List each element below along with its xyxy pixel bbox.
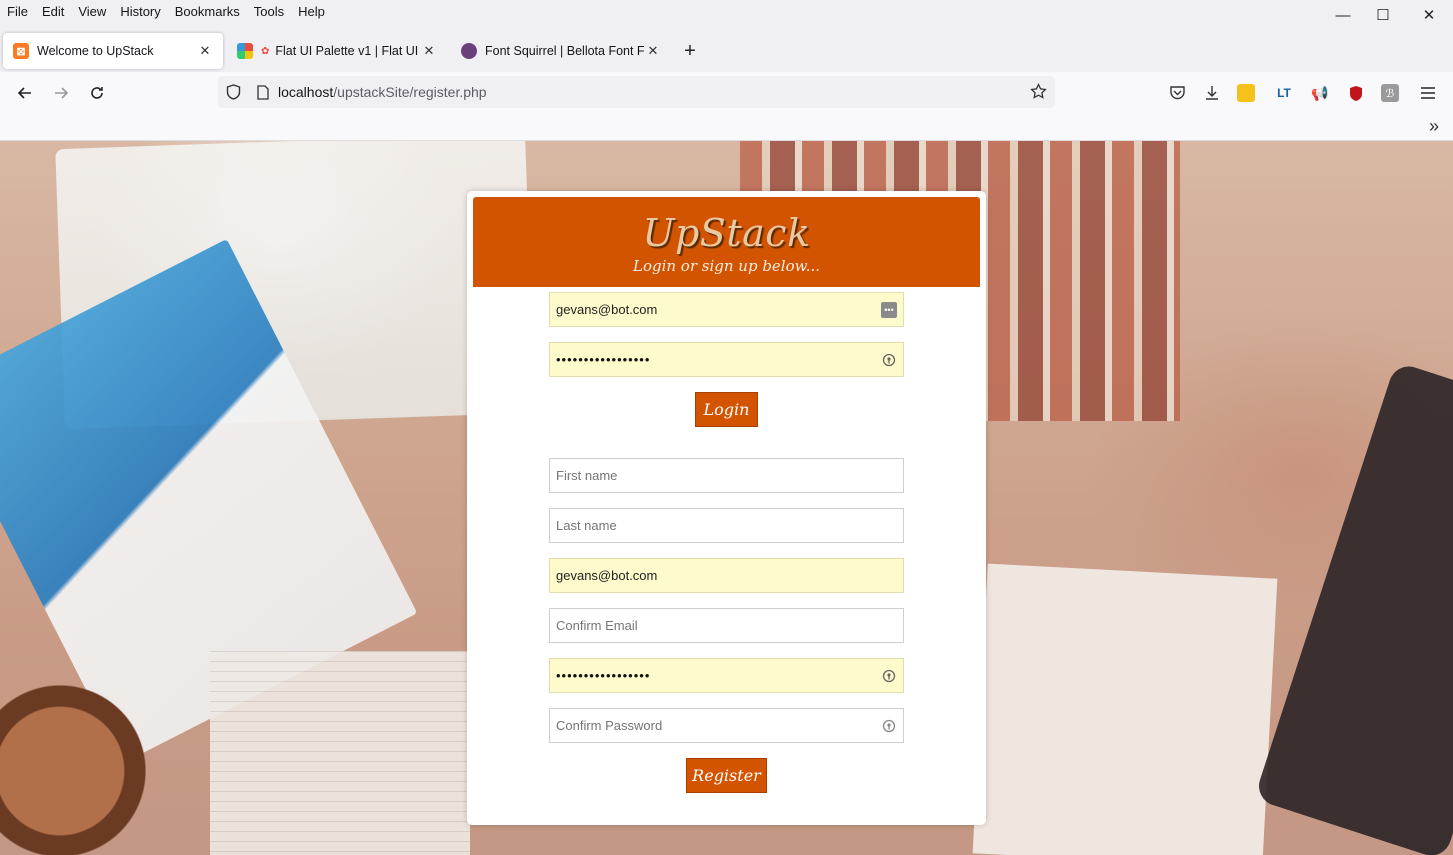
menu-edit[interactable]: Edit: [35, 4, 71, 19]
overflow-chevron-icon[interactable]: »: [1429, 116, 1439, 137]
tab-strip: ⊠ Welcome to UpStack ✕ ✿ Flat UI Palette…: [0, 30, 1453, 72]
confirm-password-input[interactable]: [556, 718, 881, 733]
close-tab-icon[interactable]: ✕: [645, 43, 661, 59]
register-password-dots[interactable]: •••••••••••••••••: [556, 668, 881, 683]
hamburger-menu-icon[interactable]: [1417, 82, 1439, 104]
password-key-icon[interactable]: [881, 352, 897, 368]
tab-flat-ui-palette[interactable]: ✿ Flat UI Palette v1 | Flat UI Co ✕: [227, 33, 447, 69]
bookmark-star-icon[interactable]: [1030, 82, 1047, 103]
extension-gray-icon[interactable]: ℬ: [1381, 84, 1399, 102]
login-password-field[interactable]: •••••••••••••••••: [549, 342, 904, 377]
forward-button[interactable]: [45, 78, 77, 108]
tab-title: Flat UI Palette v1 | Flat UI Co: [275, 44, 421, 58]
menu-view[interactable]: View: [71, 4, 113, 19]
confirm-email-input[interactable]: [556, 618, 897, 633]
tablet-background-image: [1253, 361, 1453, 855]
tagline: Login or sign up below...: [632, 257, 821, 275]
url-host: localhost: [278, 84, 334, 100]
auth-panel: UpStack Login or sign up below... ••• ••…: [467, 191, 986, 825]
menu-file[interactable]: File: [0, 4, 35, 19]
xampp-favicon-icon: ⊠: [13, 43, 29, 59]
login-password-dots[interactable]: •••••••••••••••••: [556, 352, 881, 367]
close-window-button[interactable]: ✕: [1406, 0, 1452, 30]
toolbar-overflow-row: »: [0, 114, 1453, 141]
first-name-input[interactable]: [556, 468, 897, 483]
menu-bookmarks[interactable]: Bookmarks: [168, 4, 247, 19]
bowl-background-image: [0, 671, 160, 855]
close-tab-icon[interactable]: ✕: [421, 43, 437, 59]
squirrel-favicon-icon: [461, 43, 477, 59]
extension-yellow-icon[interactable]: [1237, 84, 1255, 102]
back-arrow-icon: [17, 87, 31, 99]
muted-indicator-icon: ✿: [261, 45, 270, 57]
address-bar[interactable]: localhost/upstackSite/register.php: [218, 76, 1055, 108]
page-icon: [248, 84, 278, 100]
forward-arrow-icon: [55, 87, 69, 99]
register-email-field[interactable]: [549, 558, 904, 593]
confirm-email-field[interactable]: [549, 608, 904, 643]
url-text[interactable]: localhost/upstackSite/register.php: [278, 84, 487, 100]
first-name-field[interactable]: [549, 458, 904, 493]
register-button[interactable]: Register: [686, 758, 767, 793]
tab-title: Font Squirrel | Bellota Font Free: [485, 44, 645, 58]
login-email-input[interactable]: [556, 302, 881, 317]
shield-icon[interactable]: [218, 84, 248, 100]
back-button[interactable]: [9, 78, 41, 108]
reload-button[interactable]: [81, 78, 113, 108]
tab-welcome-upstack[interactable]: ⊠ Welcome to UpStack ✕: [3, 33, 223, 69]
panel-header: UpStack Login or sign up below...: [473, 197, 980, 287]
menu-history[interactable]: History: [113, 4, 167, 19]
flat-ui-favicon-icon: [237, 43, 253, 59]
new-tab-button[interactable]: +: [675, 36, 705, 66]
password-key-icon[interactable]: [881, 718, 897, 734]
autofill-dots-icon[interactable]: •••: [881, 301, 897, 318]
menu-tools[interactable]: Tools: [247, 4, 291, 19]
ublock-shield-icon[interactable]: [1345, 82, 1367, 104]
register-password-field[interactable]: •••••••••••••••••: [549, 658, 904, 693]
page-viewport: UpStack Login or sign up below... ••• ••…: [0, 141, 1453, 855]
pocket-icon[interactable]: [1166, 82, 1188, 104]
tab-font-squirrel[interactable]: Font Squirrel | Bellota Font Free ✕: [451, 33, 671, 69]
reload-icon: [91, 87, 103, 99]
url-path: /upstackSite/register.php: [333, 84, 487, 100]
login-button[interactable]: Login: [695, 392, 758, 427]
downloads-icon[interactable]: [1201, 82, 1223, 104]
site-logo: UpStack: [642, 211, 811, 255]
navigation-bar: localhost/upstackSite/register.php LT 📢 …: [0, 72, 1453, 114]
confirm-password-field[interactable]: [549, 708, 904, 743]
menu-help[interactable]: Help: [291, 4, 332, 19]
megaphone-extension-icon[interactable]: 📢: [1309, 82, 1331, 104]
notebook-background-image: [972, 563, 1278, 855]
graph-paper-background-image: [210, 651, 470, 855]
menu-bar: File Edit View History Bookmarks Tools H…: [0, 0, 1453, 22]
last-name-field[interactable]: [549, 508, 904, 543]
languagetool-extension-icon[interactable]: LT: [1273, 82, 1295, 104]
close-tab-icon[interactable]: ✕: [197, 43, 213, 59]
login-email-field[interactable]: •••: [549, 292, 904, 327]
maximize-button[interactable]: ☐: [1360, 0, 1406, 30]
register-email-input[interactable]: [556, 568, 897, 583]
password-key-icon[interactable]: [881, 668, 897, 684]
tab-title: Welcome to UpStack: [37, 44, 154, 58]
last-name-input[interactable]: [556, 518, 897, 533]
